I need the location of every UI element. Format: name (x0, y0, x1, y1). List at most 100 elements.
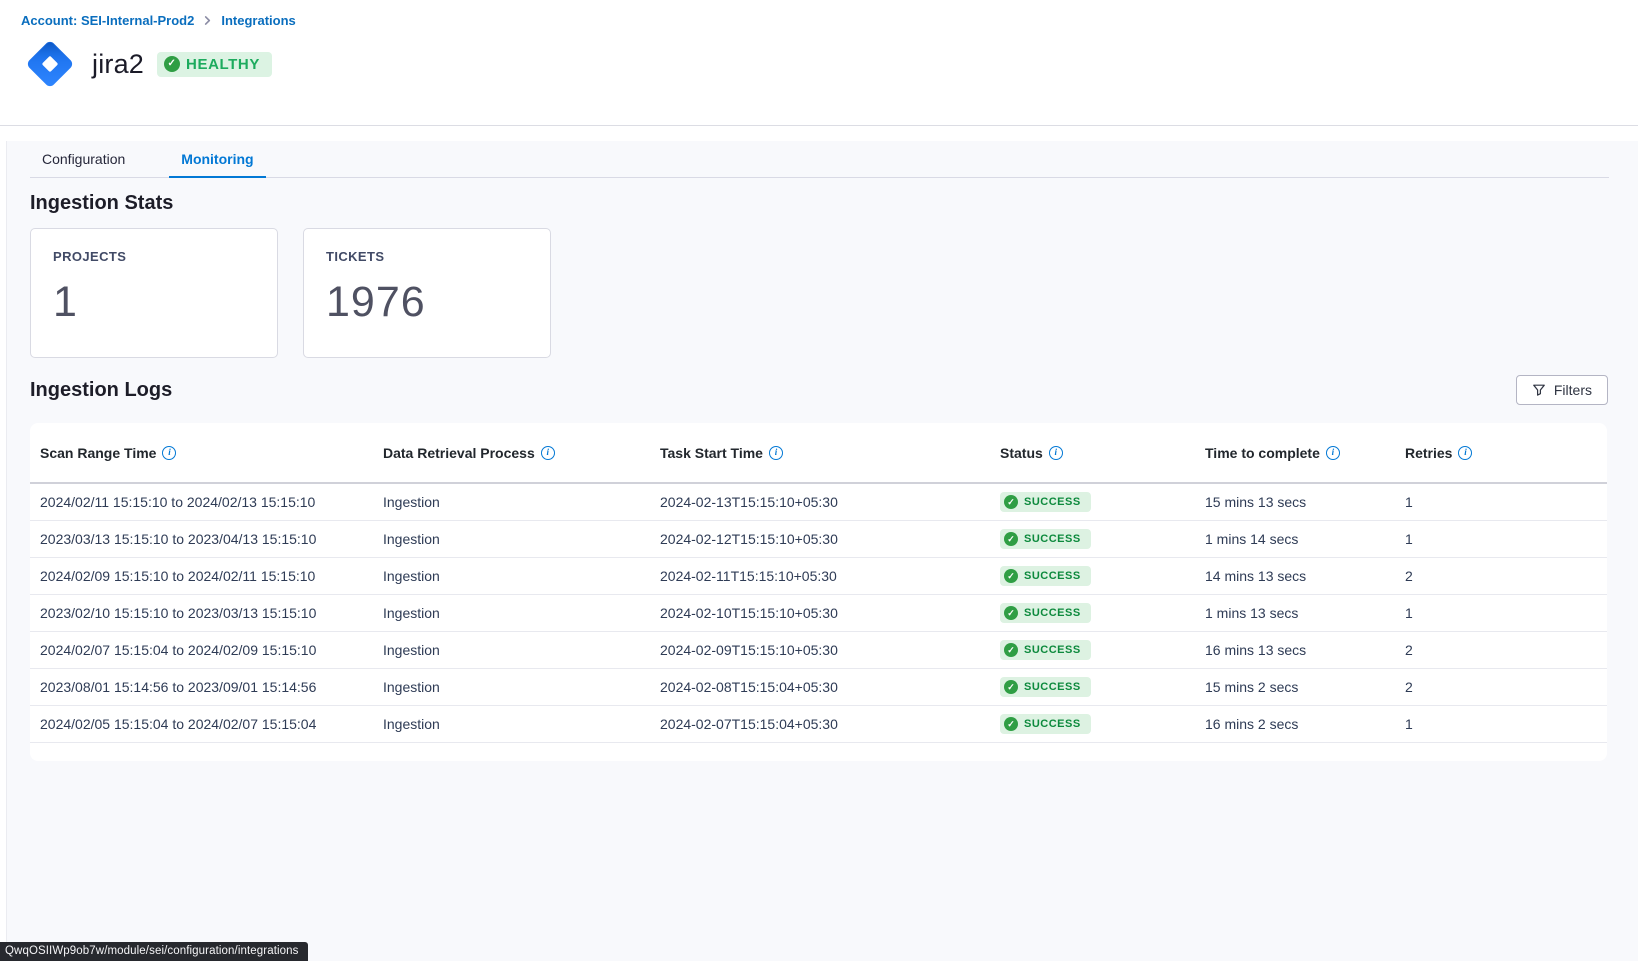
table-row: 2024/02/07 15:15:04 to 2024/02/09 15:15:… (30, 632, 1607, 669)
cell-data-retrieval-process: Ingestion (383, 679, 660, 695)
cell-task-start-time: 2024-02-09T15:15:10+05:30 (660, 642, 1000, 658)
column-header: Time to complete i (1205, 445, 1405, 461)
table-row: 2024/02/05 15:15:04 to 2024/02/07 15:15:… (30, 706, 1607, 743)
left-nav-edge (0, 141, 7, 961)
info-icon[interactable]: i (769, 446, 783, 460)
table-row: 2023/03/13 15:15:10 to 2023/04/13 15:15:… (30, 521, 1607, 558)
cell-data-retrieval-process: Ingestion (383, 716, 660, 732)
column-header-label: Retries (1405, 445, 1452, 461)
breadcrumb-integrations-link[interactable]: Integrations (221, 13, 295, 28)
cell-data-retrieval-process: Ingestion (383, 494, 660, 510)
info-icon[interactable]: i (1049, 446, 1063, 460)
cell-data-retrieval-process: Ingestion (383, 605, 660, 621)
status-badge: ✓SUCCESS (1000, 529, 1091, 549)
title-row: jira2 ✓ HEALTHY (21, 35, 1638, 93)
column-header-label: Data Retrieval Process (383, 445, 535, 461)
cell-retries: 2 (1405, 642, 1607, 658)
cell-status: ✓ SUCCESS (1000, 492, 1205, 512)
info-icon[interactable]: i (541, 446, 555, 460)
cell-task-start-time: 2024-02-12T15:15:10+05:30 (660, 531, 1000, 547)
status-badge: ✓SUCCESS (1000, 566, 1091, 586)
cell-task-start-time: 2024-02-10T15:15:10+05:30 (660, 605, 1000, 621)
info-icon[interactable]: i (162, 446, 176, 460)
logs-header: Ingestion Logs Filters (30, 375, 1608, 405)
status-label: SUCCESS (1024, 607, 1081, 619)
table-row: 2024/02/11 15:15:10 to 2024/02/13 15:15:… (30, 484, 1607, 521)
cell-scan-range-time: 2024/02/07 15:15:04 to 2024/02/09 15:15:… (40, 642, 383, 658)
breadcrumb-account-link[interactable]: Account: SEI-Internal-Prod2 (21, 13, 194, 28)
tab-monitoring[interactable]: Monitoring (169, 141, 265, 177)
info-icon[interactable]: i (1458, 446, 1472, 460)
cell-task-start-time: 2024-02-07T15:15:04+05:30 (660, 716, 1000, 732)
check-circle-icon: ✓ (1004, 606, 1018, 620)
stat-value: 1976 (326, 278, 528, 327)
cell-retries: 1 (1405, 605, 1607, 621)
cell-status: ✓SUCCESS (1000, 566, 1205, 586)
link-url-statusbar: QwqOSIIWp9ob7w/module/sei/configuration/… (0, 942, 308, 961)
status-badge: ✓ SUCCESS (1000, 492, 1091, 512)
cell-status: ✓ SUCCESS (1000, 640, 1205, 660)
cell-time-to-complete: 15 mins 2 secs (1205, 679, 1405, 695)
cell-task-start-time: 2024-02-08T15:15:04+05:30 (660, 679, 1000, 695)
check-circle-icon: ✓ (1004, 643, 1018, 657)
status-badge: ✓ SUCCESS (1000, 677, 1091, 697)
page-body: Configuration Monitoring Ingestion Stats… (0, 141, 1638, 961)
cell-time-to-complete: 1 mins 14 secs (1205, 531, 1405, 547)
cell-time-to-complete: 1 mins 13 secs (1205, 605, 1405, 621)
funnel-icon (1532, 383, 1546, 397)
cell-retries: 1 (1405, 716, 1607, 732)
info-icon[interactable]: i (1326, 446, 1340, 460)
check-circle-icon: ✓ (1004, 532, 1018, 546)
cell-data-retrieval-process: Ingestion (383, 568, 660, 584)
column-header: Scan Range Timei (40, 445, 383, 461)
check-circle-icon: ✓ (1004, 680, 1018, 694)
cell-retries: 1 (1405, 531, 1607, 547)
table-row: 2024/02/09 15:15:10 to 2024/02/11 15:15:… (30, 558, 1607, 595)
column-header: Data Retrieval Process i (383, 445, 660, 461)
breadcrumb: Account: SEI-Internal-Prod2 Integrations (21, 13, 1638, 28)
table-row: 2023/02/10 15:15:10 to 2023/03/13 15:15:… (30, 595, 1607, 632)
table-row: 2023/08/01 15:14:56 to 2023/09/01 15:14:… (30, 669, 1607, 706)
ingestion-stats-heading: Ingestion Stats (30, 178, 1608, 215)
ingestion-logs-heading: Ingestion Logs (30, 379, 172, 402)
filters-button[interactable]: Filters (1516, 375, 1608, 405)
status-label: SUCCESS (1024, 718, 1081, 730)
health-status-label: HEALTHY (186, 56, 260, 73)
stats-row: PROJECTS 1 TICKETS 1976 (30, 228, 1608, 358)
cell-retries: 2 (1405, 679, 1607, 695)
check-circle-icon: ✓ (164, 56, 180, 72)
stat-card-projects: PROJECTS 1 (30, 228, 278, 358)
status-badge: ✓ SUCCESS (1000, 603, 1091, 623)
cell-status: ✓ SUCCESS (1000, 677, 1205, 697)
stat-label: TICKETS (326, 249, 528, 264)
cell-scan-range-time: 2024/02/11 15:15:10 to 2024/02/13 15:15:… (40, 494, 383, 510)
column-header-label: Time to complete (1205, 445, 1320, 461)
status-badge: ✓ SUCCESS (1000, 640, 1091, 660)
tab-configuration[interactable]: Configuration (30, 141, 137, 177)
health-status-badge: ✓ HEALTHY (157, 52, 272, 77)
check-circle-icon: ✓ (1004, 495, 1018, 509)
cell-scan-range-time: 2023/08/01 15:14:56 to 2023/09/01 15:14:… (40, 679, 383, 695)
cell-scan-range-time: 2023/02/10 15:15:10 to 2023/03/13 15:15:… (40, 605, 383, 621)
status-label: SUCCESS (1024, 644, 1081, 656)
integration-title: jira2 (92, 49, 144, 80)
check-circle-icon: ✓ (1004, 569, 1018, 583)
column-header-label: Task Start Time (660, 445, 763, 461)
column-header: Statusi (1000, 445, 1205, 461)
cell-task-start-time: 2024-02-13T15:15:10+05:30 (660, 494, 1000, 510)
column-header: Task Start Time i (660, 445, 1000, 461)
cell-status: ✓SUCCESS (1000, 714, 1205, 734)
cell-task-start-time: 2024-02-11T15:15:10+05:30 (660, 568, 1000, 584)
status-label: SUCCESS (1024, 681, 1081, 693)
status-label: SUCCESS (1024, 496, 1081, 508)
table-body: 2024/02/11 15:15:10 to 2024/02/13 15:15:… (30, 484, 1607, 743)
cell-retries: 2 (1405, 568, 1607, 584)
cell-scan-range-time: 2023/03/13 15:15:10 to 2023/04/13 15:15:… (40, 531, 383, 547)
cell-time-to-complete: 15 mins 13 secs (1205, 494, 1405, 510)
cell-status: ✓ SUCCESS (1000, 603, 1205, 623)
tab-bar: Configuration Monitoring (30, 141, 1609, 178)
ingestion-logs-table: Scan Range TimeiData Retrieval ProcessiT… (30, 423, 1607, 761)
cell-scan-range-time: 2024/02/05 15:15:04 to 2024/02/07 15:15:… (40, 716, 383, 732)
chevron-right-icon (203, 16, 212, 25)
cell-time-to-complete: 16 mins 13 secs (1205, 642, 1405, 658)
